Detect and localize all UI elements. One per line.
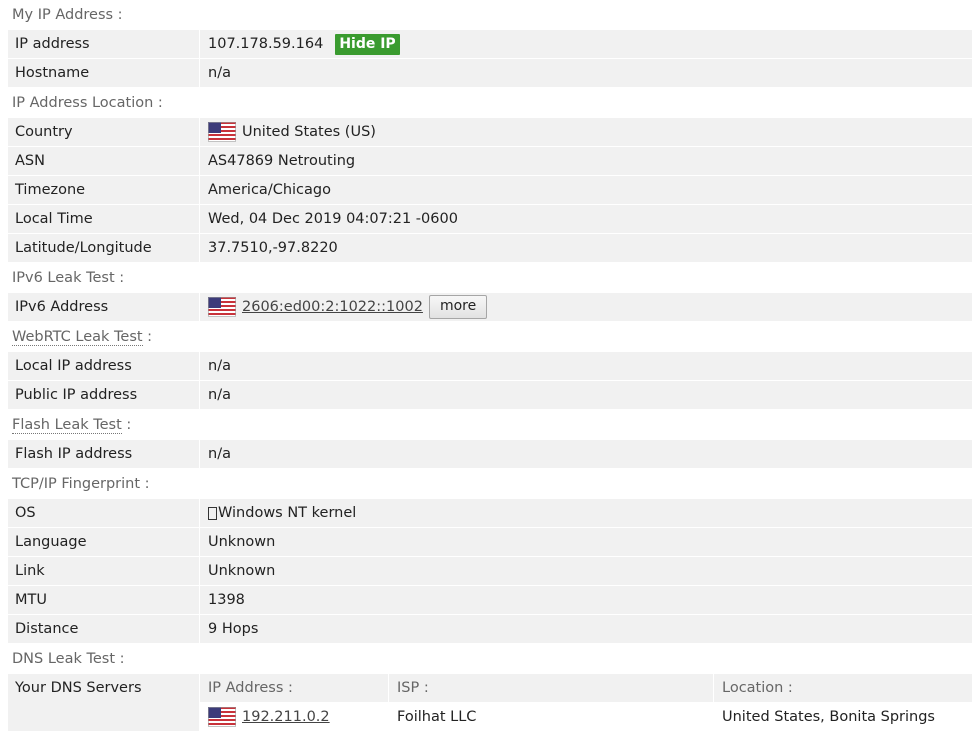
row-asn: ASN AS47869 Netrouting <box>8 147 972 175</box>
ip-info-page: My IP Address : IP address 107.178.59.16… <box>0 0 972 732</box>
lat-long-label: Latitude/Longitude <box>15 240 152 256</box>
section-flash: Flash Leak Test : <box>0 410 972 440</box>
hostname-label: Hostname <box>15 65 90 81</box>
local-time-label: Local Time <box>15 211 93 227</box>
section-ipv6: IPv6 Leak Test : <box>0 263 972 293</box>
section-webrtc: WebRTC Leak Test : <box>0 322 972 352</box>
ipv6-label: IPv6 Address <box>15 299 109 315</box>
webrtc-leak-test-link[interactable]: WebRTC Leak Test <box>12 329 143 346</box>
row-lat-long: Latitude/Longitude 37.7510,-97.8220 <box>8 234 972 262</box>
flash-ip-value: n/a <box>208 446 231 462</box>
row-timezone: Timezone America/Chicago <box>8 176 972 204</box>
us-flag-icon <box>208 122 236 142</box>
section-dns: DNS Leak Test : <box>0 644 972 674</box>
language-value: Unknown <box>208 534 276 550</box>
local-ip-value: n/a <box>208 358 231 374</box>
public-ip-label: Public IP address <box>15 387 138 403</box>
local-ip-label: Local IP address <box>15 358 132 374</box>
dns-servers-label: Your DNS Servers <box>8 674 199 731</box>
mtu-value-cell: 1398 <box>199 586 972 614</box>
section-tcpip: TCP/IP Fingerprint : <box>0 469 972 499</box>
row-distance: Distance 9 Hops <box>8 615 972 643</box>
timezone-value-cell: America/Chicago <box>199 176 972 204</box>
section-title-my-ip: My IP Address : <box>12 7 123 23</box>
dns-grid: IP Address : ISP : Location : 192.211.0.… <box>199 674 972 732</box>
flash-ip-label: Flash IP address <box>15 446 133 462</box>
row-language: Language Unknown <box>8 528 972 556</box>
link-label: Link <box>15 563 45 579</box>
hostname-value: n/a <box>199 59 972 87</box>
distance-label: Distance <box>15 621 79 637</box>
ip-address-value-cell: 107.178.59.164 Hide IP <box>199 30 972 58</box>
flash-leak-test-link[interactable]: Flash Leak Test <box>12 417 122 434</box>
webrtc-title-separator: : <box>142 329 153 345</box>
section-title-ipv6: IPv6 Leak Test : <box>12 270 125 286</box>
local-time-value: Wed, 04 Dec 2019 04:07:21 -0600 <box>208 211 458 227</box>
ip-address-label: IP address <box>15 36 90 52</box>
language-value-cell: Unknown <box>199 528 972 556</box>
row-flash-ip: Flash IP address n/a <box>8 440 972 468</box>
link-value: Unknown <box>208 563 276 579</box>
section-my-ip: My IP Address : <box>0 0 972 30</box>
mtu-label: MTU <box>15 592 47 608</box>
hostname-value-text: n/a <box>208 65 231 81</box>
row-local-time: Local Time Wed, 04 Dec 2019 04:07:21 -06… <box>8 205 972 233</box>
lat-long-value-cell: 37.7510,-97.8220 <box>199 234 972 262</box>
section-title-location: IP Address Location : <box>12 95 163 111</box>
dns-ip-cell: 192.211.0.2 <box>200 703 388 731</box>
flash-title-separator: : <box>121 417 132 433</box>
local-time-value-cell: Wed, 04 Dec 2019 04:07:21 -0600 <box>199 205 972 233</box>
public-ip-value-cell: n/a <box>199 381 972 409</box>
os-label: OS <box>15 505 36 521</box>
more-button[interactable]: more <box>428 295 488 319</box>
dns-location-value: United States, Bonita Springs <box>713 703 972 731</box>
dns-header-row: IP Address : ISP : Location : <box>200 674 972 702</box>
dns-isp-value: Foilhat LLC <box>388 703 713 731</box>
flash-ip-value-cell: n/a <box>199 440 972 468</box>
hide-ip-button[interactable]: Hide IP <box>335 33 400 55</box>
os-value-cell: Windows NT kernel <box>199 499 972 527</box>
asn-label: ASN <box>15 153 45 169</box>
distance-value: 9 Hops <box>208 621 259 637</box>
dns-server-row: 192.211.0.2 Foilhat LLC United States, B… <box>200 703 972 731</box>
distance-value-cell: 9 Hops <box>199 615 972 643</box>
row-link: Link Unknown <box>8 557 972 585</box>
public-ip-value: n/a <box>208 387 231 403</box>
row-public-ip: Public IP address n/a <box>8 381 972 409</box>
row-local-ip: Local IP address n/a <box>8 352 972 380</box>
section-title-tcpip: TCP/IP Fingerprint : <box>12 476 150 492</box>
country-value: United States (US) <box>242 124 376 140</box>
dns-header-ip: IP Address : <box>208 680 293 696</box>
row-hostname: Hostname n/a <box>8 59 972 87</box>
ipv6-value-cell: 2606:ed00:2:1022::1002 more <box>199 293 972 321</box>
lat-long-value: 37.7510,-97.8220 <box>208 240 338 256</box>
ipv6-address-link[interactable]: 2606:ed00:2:1022::1002 <box>242 293 423 321</box>
row-country: Country United States (US) <box>8 118 972 146</box>
row-os: OS Windows NT kernel <box>8 499 972 527</box>
row-ip-address: IP address 107.178.59.164 Hide IP <box>8 30 972 58</box>
us-flag-icon <box>208 707 236 727</box>
country-label: Country <box>15 124 73 140</box>
os-value: Windows NT kernel <box>218 505 357 521</box>
asn-value: AS47869 Netrouting <box>208 153 356 169</box>
asn-value-cell: AS47869 Netrouting <box>199 147 972 175</box>
dns-header-isp: ISP : <box>388 674 713 702</box>
language-label: Language <box>15 534 87 550</box>
link-value-cell: Unknown <box>199 557 972 585</box>
dns-ip-link[interactable]: 192.211.0.2 <box>242 703 330 731</box>
timezone-label: Timezone <box>15 182 86 198</box>
timezone-value: America/Chicago <box>208 182 331 198</box>
section-title-dns: DNS Leak Test : <box>12 651 125 667</box>
dns-table: Your DNS Servers IP Address : ISP : Loca… <box>8 674 972 732</box>
section-location: IP Address Location : <box>0 88 972 118</box>
missing-glyph-icon <box>208 506 217 520</box>
us-flag-icon <box>208 297 236 317</box>
row-ipv6-address: IPv6 Address 2606:ed00:2:1022::1002 more <box>8 293 972 321</box>
row-mtu: MTU 1398 <box>8 586 972 614</box>
dns-header-location: Location : <box>713 674 972 702</box>
ip-address-value: 107.178.59.164 <box>208 36 324 52</box>
local-ip-value-cell: n/a <box>199 352 972 380</box>
mtu-value: 1398 <box>208 592 245 608</box>
country-value-cell: United States (US) <box>199 118 972 146</box>
